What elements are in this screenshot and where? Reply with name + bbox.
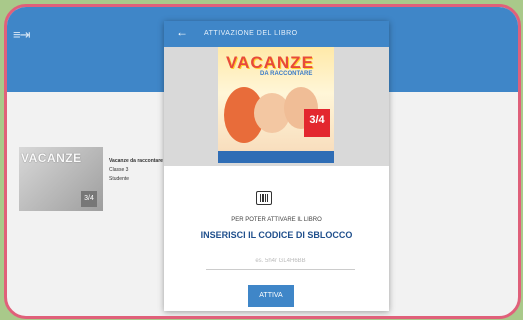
device-frame: ≡⇥ VACANZE 3/4 Vacanze da raccontare Cla… bbox=[4, 4, 521, 319]
book-card[interactable]: VACANZE 3/4 Vacanze da raccontare Classe… bbox=[19, 147, 169, 217]
book-thumbnail[interactable]: VACANZE 3/4 bbox=[19, 147, 103, 211]
cover-subtitle: DA RACCONTARE bbox=[260, 71, 313, 77]
thumbnail-title: VACANZE bbox=[21, 151, 82, 165]
dialog-header: ← ATTIVAZIONE DEL LIBRO bbox=[164, 21, 389, 47]
activation-heading: INSERISCI IL CODICE DI SBLOCCO bbox=[200, 230, 353, 240]
menu-exit-icon[interactable]: ≡⇥ bbox=[13, 27, 31, 43]
book-cover-image: VACANZE DA RACCONTARE 3/4 bbox=[218, 47, 334, 163]
activation-instruction: PER POTER ATTIVARE IL LIBRO bbox=[231, 217, 322, 223]
book-role: Studente bbox=[109, 176, 130, 182]
activation-dialog: ← ATTIVAZIONE DEL LIBRO VACANZE DA RACCO… bbox=[164, 21, 389, 311]
dialog-title: ATTIVAZIONE DEL LIBRO bbox=[204, 30, 298, 37]
thumbnail-grade-badge: 3/4 bbox=[81, 191, 97, 207]
book-card-details: Vacanze da raccontare Classe 3 Studente bbox=[109, 157, 163, 184]
barcode-scan-icon bbox=[256, 191, 272, 205]
activate-button[interactable]: ATTIVA bbox=[248, 285, 294, 307]
cover-preview-area: VACANZE DA RACCONTARE 3/4 bbox=[164, 47, 389, 166]
cover-grade-badge: 3/4 bbox=[304, 109, 330, 137]
unlock-code-input[interactable] bbox=[206, 253, 355, 270]
cover-title: VACANZE bbox=[226, 53, 314, 72]
book-title: Vacanze da raccontare bbox=[109, 158, 163, 164]
book-class: Classe 3 bbox=[109, 167, 129, 173]
back-arrow-icon[interactable]: ← bbox=[176, 25, 188, 39]
cover-bottom-strip bbox=[218, 151, 334, 163]
